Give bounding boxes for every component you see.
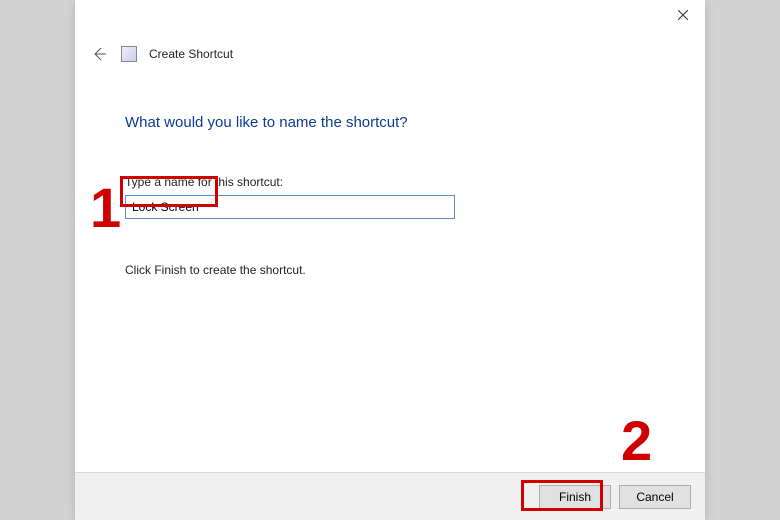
- name-field-label: Type a name for this shortcut:: [125, 175, 705, 189]
- instruction-text: Click Finish to create the shortcut.: [125, 263, 705, 277]
- back-button[interactable]: [89, 44, 109, 64]
- page-heading: What would you like to name the shortcut…: [125, 114, 705, 131]
- cancel-button[interactable]: Cancel: [619, 485, 691, 509]
- wizard-header: Create Shortcut: [75, 30, 705, 64]
- close-icon: [678, 10, 688, 20]
- finish-button[interactable]: Finish: [539, 485, 611, 509]
- shortcut-wizard-icon: [121, 46, 137, 62]
- shortcut-name-input[interactable]: [125, 195, 455, 219]
- button-bar: Finish Cancel: [75, 472, 705, 520]
- name-input-wrap: [125, 195, 455, 219]
- create-shortcut-dialog: Create Shortcut What would you like to n…: [75, 0, 705, 520]
- titlebar: [75, 0, 705, 30]
- wizard-title: Create Shortcut: [149, 47, 233, 61]
- arrow-left-icon: [91, 46, 107, 62]
- close-button[interactable]: [663, 1, 703, 29]
